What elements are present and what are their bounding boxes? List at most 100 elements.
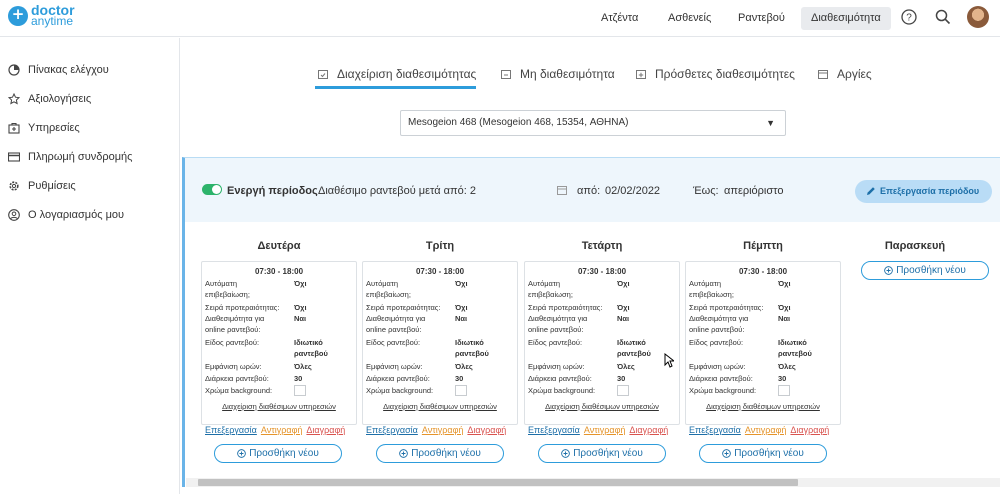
pencil-icon bbox=[867, 187, 875, 195]
edit-link[interactable]: Επεξεργασία bbox=[528, 425, 580, 435]
day-title-tuesday: Τρίτη bbox=[425, 240, 455, 252]
priority-label: Σειρά προτεραιότητας: bbox=[205, 303, 280, 312]
slots-label: Εμφάνιση ωρών: bbox=[528, 362, 585, 371]
tab-label: Πρόσθετες διαθεσιμότητες bbox=[655, 67, 795, 81]
sidebar-item-services[interactable]: Υπηρεσίες bbox=[8, 122, 80, 134]
period-header: Ενεργή περίοδος Διαθέσιμο ραντεβού μετά … bbox=[185, 158, 1000, 222]
tab-label: Μη διαθεσιμότητα bbox=[520, 67, 615, 81]
auto-confirm-label: Αυτόματη επιβεβαίωση; bbox=[366, 279, 411, 299]
type-label: Είδος ραντεβού: bbox=[689, 338, 744, 347]
mouse-cursor-icon bbox=[664, 353, 674, 368]
online-label: Διαθεσιμότητα για online ραντεβού: bbox=[689, 314, 749, 334]
day-title-wednesday: Τετάρτη bbox=[581, 240, 623, 252]
delete-link[interactable]: Διαγραφή bbox=[790, 425, 829, 435]
bg-color-label: Χρώμα background: bbox=[366, 386, 434, 395]
period-from-label: από: bbox=[577, 185, 601, 197]
help-icon[interactable]: ? bbox=[901, 9, 917, 30]
online-value: Ναι bbox=[294, 314, 307, 323]
star-icon bbox=[8, 93, 20, 105]
period-to-value: απεριόριστο bbox=[724, 185, 784, 197]
day-card-thursday: 07:30 - 18:00 Αυτόματη επιβεβαίωση; Όχι Σ… bbox=[685, 261, 841, 435]
period-from-value: 02/02/2022 bbox=[605, 185, 661, 197]
add-new-button-tuesday[interactable]: Προσθήκη νέου bbox=[376, 444, 504, 463]
sidebar-item-settings[interactable]: Ρυθμίσεις bbox=[8, 180, 76, 192]
sidebar-item-label: Ρυθμίσεις bbox=[28, 180, 76, 192]
tab-label: Διαχείριση διαθεσιμότητας bbox=[337, 67, 477, 81]
medical-bag-icon bbox=[8, 122, 20, 134]
add-new-button-wednesday[interactable]: Προσθήκη νέου bbox=[538, 444, 666, 463]
priority-value: Όχι bbox=[617, 303, 630, 312]
day-title-thursday: Πέμπτη bbox=[743, 240, 783, 252]
bg-color-label: Χρώμα background: bbox=[528, 386, 596, 395]
calendar-minus-icon bbox=[501, 70, 511, 79]
slots-value: Όλες bbox=[617, 362, 635, 371]
sidebar-item-dashboard[interactable]: Πίνακας ελέγχου bbox=[8, 64, 109, 76]
tab-additional-availability[interactable]: Πρόσθετες διαθεσιμότητες bbox=[636, 67, 795, 81]
auto-confirm-value: Όχι bbox=[294, 279, 307, 288]
copy-link[interactable]: Αντιγραφή bbox=[584, 425, 626, 435]
delete-link[interactable]: Διαγραφή bbox=[629, 425, 668, 435]
copy-link[interactable]: Αντιγραφή bbox=[261, 425, 303, 435]
online-value: Ναι bbox=[778, 314, 791, 323]
sidebar-item-account[interactable]: Ο λογαριασμός μου bbox=[8, 209, 124, 221]
avatar[interactable] bbox=[967, 6, 989, 28]
location-select[interactable]: Mesogeion 468 (Mesogeion 468, 15354, ΑΘΗ… bbox=[400, 110, 786, 136]
calendar-icon bbox=[818, 70, 828, 79]
tab-unavailability[interactable]: Μη διαθεσιμότητα bbox=[501, 67, 615, 81]
manage-services-link[interactable]: Διαχείριση διαθέσιμων υπηρεσιών bbox=[525, 402, 679, 411]
sidebar-item-label: Πληρωμή συνδρομής bbox=[28, 151, 133, 163]
nav-appointments[interactable]: Ραντεβού bbox=[728, 7, 795, 30]
logo-text-anytime: anytime bbox=[31, 14, 74, 28]
search-icon[interactable] bbox=[935, 9, 951, 30]
sidebar-item-reviews[interactable]: Αξιολογήσεις bbox=[8, 93, 91, 105]
edit-link[interactable]: Επεξεργασία bbox=[366, 425, 418, 435]
duration-label: Διάρκεια ραντεβού: bbox=[528, 374, 592, 383]
type-value: Ιδιωτικό ραντεβού bbox=[294, 338, 328, 358]
add-new-button-friday[interactable]: Προσθήκη νέου bbox=[861, 261, 989, 280]
copy-link[interactable]: Αντιγραφή bbox=[745, 425, 787, 435]
duration-value: 30 bbox=[294, 374, 303, 383]
tab-holidays[interactable]: Αργίες bbox=[818, 67, 872, 81]
active-period-toggle[interactable] bbox=[202, 184, 222, 195]
time-range: 07:30 - 18:00 bbox=[738, 267, 788, 276]
bg-color-swatch[interactable] bbox=[455, 385, 467, 396]
day-card-monday: 07:30 - 18:00 Αυτόματη επιβεβαίωση; Όχι Σ… bbox=[201, 261, 357, 435]
type-label: Είδος ραντεβού: bbox=[205, 338, 260, 347]
delete-link[interactable]: Διαγραφή bbox=[467, 425, 506, 435]
bg-color-swatch[interactable] bbox=[778, 385, 790, 396]
bg-color-label: Χρώμα background: bbox=[689, 386, 757, 395]
horizontal-scrollbar[interactable] bbox=[186, 478, 1000, 487]
slots-label: Εμφάνιση ωρών: bbox=[366, 362, 423, 371]
sidebar-item-subscription[interactable]: Πληρωμή συνδρομής bbox=[8, 151, 132, 163]
auto-confirm-label: Αυτόματη επιβεβαίωση; bbox=[205, 279, 250, 299]
copy-link[interactable]: Αντιγραφή bbox=[422, 425, 464, 435]
day-card-tuesday: 07:30 - 18:00 Αυτόματη επιβεβαίωση; Όχι Σ… bbox=[362, 261, 518, 435]
plus-circle-icon bbox=[237, 449, 247, 458]
bg-color-swatch[interactable] bbox=[294, 385, 306, 396]
nav-availability[interactable]: Διαθεσιμότητα bbox=[801, 7, 891, 30]
auto-confirm-value: Όχι bbox=[455, 279, 468, 288]
priority-label: Σειρά προτεραιότητας: bbox=[528, 303, 603, 312]
manage-services-link[interactable]: Διαχείριση διαθέσιμων υπηρεσιών bbox=[686, 402, 840, 411]
day-card-wednesday: 07:30 - 18:00 Αυτόματη επιβεβαίωση; Όχι Σ… bbox=[524, 261, 680, 435]
bg-color-swatch[interactable] bbox=[617, 385, 629, 396]
duration-value: 30 bbox=[455, 374, 464, 383]
add-new-button-monday[interactable]: Προσθήκη νέου bbox=[214, 444, 342, 463]
edit-link[interactable]: Επεξεργασία bbox=[689, 425, 741, 435]
duration-label: Διάρκεια ραντεβού: bbox=[689, 374, 753, 383]
user-icon bbox=[8, 209, 20, 221]
delete-link[interactable]: Διαγραφή bbox=[306, 425, 345, 435]
plus-circle-icon bbox=[561, 449, 571, 458]
scrollbar-thumb[interactable] bbox=[198, 479, 798, 486]
period-status-label: Ενεργή περίοδος bbox=[227, 185, 318, 197]
manage-services-link[interactable]: Διαχείριση διαθέσιμων υπηρεσιών bbox=[363, 402, 517, 411]
nav-agenda[interactable]: Ατζέντα bbox=[591, 7, 648, 30]
manage-services-link[interactable]: Διαχείριση διαθέσιμων υπηρεσιών bbox=[202, 402, 356, 411]
edit-period-button[interactable]: Επεξεργασία περιόδου bbox=[855, 180, 992, 203]
sidebar-item-label: Αξιολογήσεις bbox=[28, 93, 92, 105]
tab-manage-availability[interactable]: Διαχείριση διαθεσιμότητας bbox=[318, 67, 476, 81]
nav-patients[interactable]: Ασθενείς bbox=[658, 7, 721, 30]
edit-link[interactable]: Επεξεργασία bbox=[205, 425, 257, 435]
logo[interactable]: doctor anytime bbox=[8, 3, 75, 28]
add-new-button-thursday[interactable]: Προσθήκη νέου bbox=[699, 444, 827, 463]
